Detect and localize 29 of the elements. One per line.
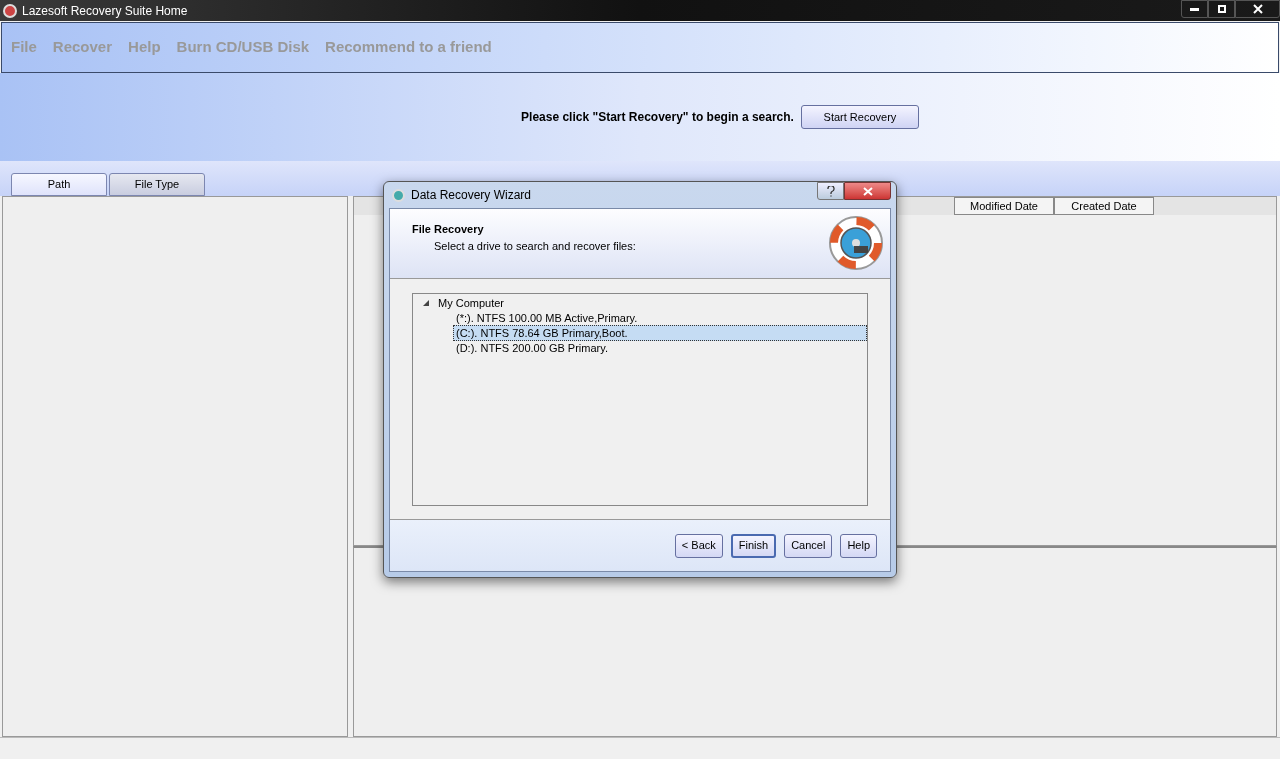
close-button[interactable] xyxy=(1235,0,1280,18)
column-header[interactable]: Modified Date xyxy=(954,197,1054,215)
dialog-title: Data Recovery Wizard xyxy=(411,187,532,204)
instruction-text: Please click "Start Recovery" to begin a search. xyxy=(521,109,794,126)
close-icon xyxy=(1252,4,1263,14)
help-button[interactable] xyxy=(817,182,844,200)
tree-item[interactable]: (C:). NTFS 78.64 GB Primary,Boot. xyxy=(453,324,867,341)
window-title: Lazesoft Recovery Suite Home xyxy=(22,2,188,20)
tab[interactable]: File Type xyxy=(109,173,205,196)
wizard-subheading: Select a drive to search and recover files: xyxy=(433,238,636,254)
minimize-button[interactable] xyxy=(1181,0,1208,18)
column-header[interactable]: Created Date xyxy=(1054,197,1154,215)
wizard-button[interactable]: Help xyxy=(840,533,877,558)
tree-item[interactable]: (*:). NTFS 100.00 MB Active,Primary. xyxy=(453,309,641,326)
lifebuoy-disk-icon xyxy=(828,215,884,271)
wizard-heading: File Recovery xyxy=(412,222,485,237)
wizard-button[interactable]: < Back xyxy=(674,533,723,558)
restore-button[interactable] xyxy=(1208,0,1235,18)
wizard-logo-icon xyxy=(392,188,405,202)
close-icon xyxy=(862,186,873,196)
wizard-button[interactable]: Cancel xyxy=(784,533,833,558)
start-recovery-button[interactable]: Start Recovery xyxy=(800,105,919,129)
tree-item[interactable]: (D:). NTFS 200.00 GB Primary. xyxy=(453,339,611,356)
app-logo-icon xyxy=(3,3,17,18)
wizard-button[interactable]: Finish xyxy=(730,533,777,558)
close-button[interactable] xyxy=(844,182,891,200)
question-mark-icon xyxy=(826,185,835,197)
tree-item[interactable]: My Computer xyxy=(435,294,508,311)
tab[interactable]: Path xyxy=(11,173,107,196)
